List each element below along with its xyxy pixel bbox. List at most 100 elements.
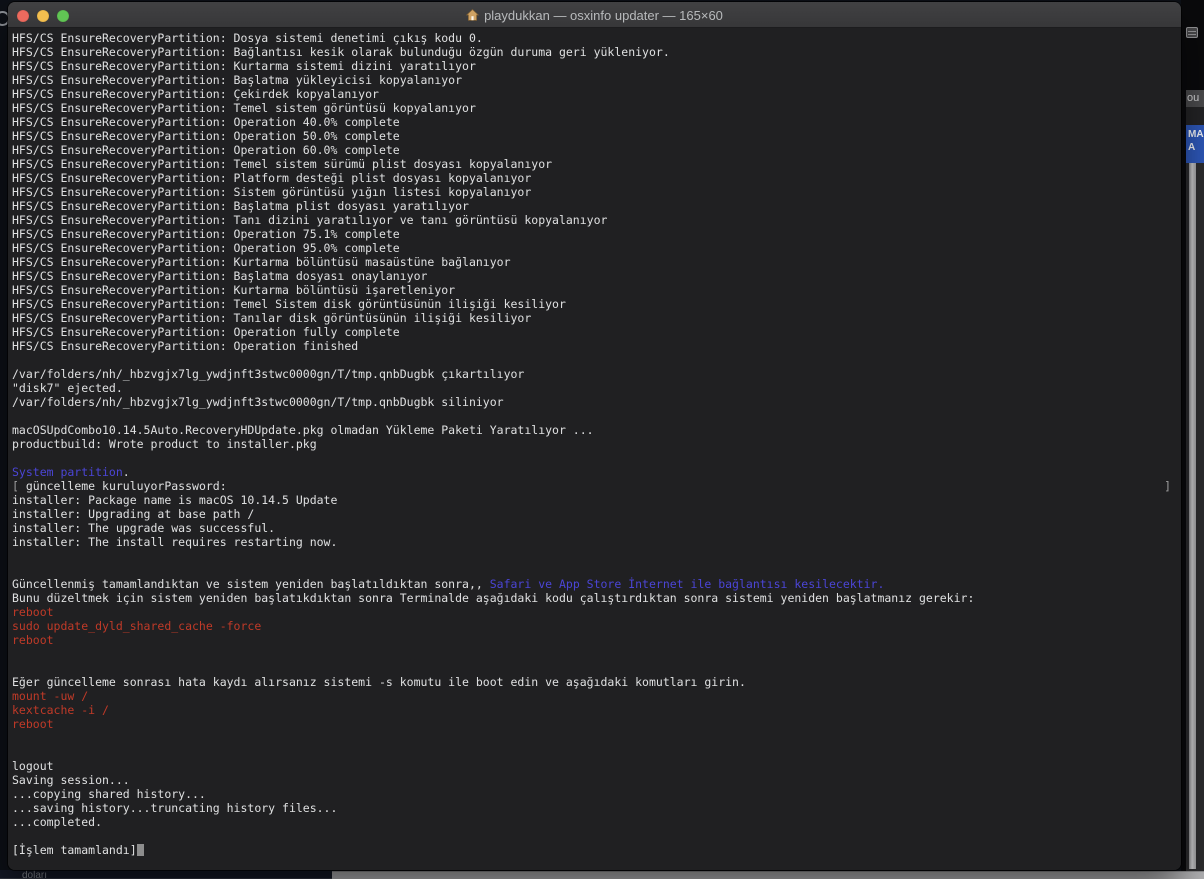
background-blue-label: MAA xyxy=(1186,125,1204,163)
terminal-text: Eğer güncelleme sonrası hata kaydı alırs… xyxy=(12,675,746,689)
terminal-line: productbuild: Wrote product to installer… xyxy=(12,437,1181,451)
terminal-text: /var/folders/nh/_hbzvgjx7lg_ywdjnft3stwc… xyxy=(12,367,524,381)
terminal-line: HFS/CS EnsureRecoveryPartition: Tanı diz… xyxy=(12,213,1181,227)
terminal-line: macOSUpdCombo10.14.5Auto.RecoveryHDUpdat… xyxy=(12,423,1181,437)
terminal-text: ...saving history...truncating history f… xyxy=(12,801,337,815)
terminal-window: playdukkan — osxinfo updater — 165×60 HF… xyxy=(8,2,1181,870)
terminal-text: HFS/CS EnsureRecoveryPartition: Dosya si… xyxy=(12,31,483,45)
terminal-text: Güncellenmiş tamamlandıktan ve sistem ye… xyxy=(12,577,490,591)
terminal-line: ...completed. xyxy=(12,815,1181,829)
terminal-line: Güncellenmiş tamamlandıktan ve sistem ye… xyxy=(12,577,1181,591)
terminal-cursor xyxy=(137,844,144,856)
terminal-line: installer: The upgrade was successful. xyxy=(12,521,1181,535)
terminal-line: installer: Upgrading at base path / xyxy=(12,507,1181,521)
terminal-line: HFS/CS EnsureRecoveryPartition: Operatio… xyxy=(12,143,1181,157)
terminal-text: reboot xyxy=(12,717,54,731)
terminal-line: ...copying shared history... xyxy=(12,787,1181,801)
terminal-line: HFS/CS EnsureRecoveryPartition: Operatio… xyxy=(12,227,1181,241)
terminal-text: productbuild: Wrote product to installer… xyxy=(12,437,317,451)
terminal-line xyxy=(12,857,1181,870)
terminal-line: [ güncelleme kuruluyorPassword:] xyxy=(12,479,1181,493)
terminal-line: HFS/CS EnsureRecoveryPartition: Operatio… xyxy=(12,339,1181,353)
terminal-text: mount -uw / xyxy=(12,689,88,703)
terminal-line: Saving session... xyxy=(12,773,1181,787)
home-icon xyxy=(466,9,479,21)
terminal-right-bracket: ] xyxy=(1164,479,1171,493)
terminal-text: . xyxy=(123,465,130,479)
terminal-text: installer: The upgrade was successful. xyxy=(12,521,275,535)
terminal-text: reboot xyxy=(12,605,54,619)
terminal-line: reboot xyxy=(12,633,1181,647)
background-scrollbar[interactable] xyxy=(1189,163,1196,869)
terminal-line: HFS/CS EnsureRecoveryPartition: Platform… xyxy=(12,171,1181,185)
terminal-line: HFS/CS EnsureRecoveryPartition: Operatio… xyxy=(12,241,1181,255)
terminal-line: HFS/CS EnsureRecoveryPartition: Temel si… xyxy=(12,157,1181,171)
list-view-icon xyxy=(1186,27,1198,38)
terminal-line: HFS/CS EnsureRecoveryPartition: Başlatma… xyxy=(12,199,1181,213)
terminal-text: HFS/CS EnsureRecoveryPartition: Platform… xyxy=(12,171,531,185)
terminal-line: HFS/CS EnsureRecoveryPartition: Kurtarma… xyxy=(12,59,1181,73)
terminal-line: reboot xyxy=(12,717,1181,731)
background-bottom-right xyxy=(332,871,1204,879)
background-label: ou xyxy=(1186,90,1204,107)
terminal-line: HFS/CS EnsureRecoveryPartition: Kurtarma… xyxy=(12,283,1181,297)
terminal-text: HFS/CS EnsureRecoveryPartition: Başlatma… xyxy=(12,269,427,283)
terminal-text: HFS/CS EnsureRecoveryPartition: Operatio… xyxy=(12,241,400,255)
terminal-line: mount -uw / xyxy=(12,689,1181,703)
terminal-text: HFS/CS EnsureRecoveryPartition: Kurtarma… xyxy=(12,283,455,297)
terminal-text: HFS/CS EnsureRecoveryPartition: Kurtarma… xyxy=(12,59,476,73)
terminal-line: HFS/CS EnsureRecoveryPartition: Başlatma… xyxy=(12,269,1181,283)
window-titlebar[interactable]: playdukkan — osxinfo updater — 165×60 xyxy=(8,2,1181,28)
terminal-text: HFS/CS EnsureRecoveryPartition: Operatio… xyxy=(12,227,400,241)
terminal-line xyxy=(12,745,1181,759)
terminal-text: HFS/CS EnsureRecoveryPartition: Temel si… xyxy=(12,101,476,115)
terminal-line: HFS/CS EnsureRecoveryPartition: Dosya si… xyxy=(12,31,1181,45)
terminal-line: System partition. xyxy=(12,465,1181,479)
background-window-strip: ou MAA xyxy=(1181,0,1204,879)
terminal-text: sudo update_dyld_shared_cache -force xyxy=(12,619,261,633)
terminal-text: installer: Upgrading at base path / xyxy=(12,507,254,521)
terminal-text: HFS/CS EnsureRecoveryPartition: Operatio… xyxy=(12,115,400,129)
terminal-text: reboot xyxy=(12,633,54,647)
terminal-line: kextcache -i / xyxy=(12,703,1181,717)
background-blue-line1: MA xyxy=(1188,129,1204,140)
terminal-line xyxy=(12,409,1181,423)
terminal-text: ...copying shared history... xyxy=(12,787,206,801)
terminal-text: [İşlem tamamlandı] xyxy=(12,843,137,857)
terminal-text: HFS/CS EnsureRecoveryPartition: Temel Si… xyxy=(12,297,566,311)
terminal-line xyxy=(12,451,1181,465)
background-bottom-left: doları xyxy=(0,870,332,879)
terminal-line: Eğer güncelleme sonrası hata kaydı alırs… xyxy=(12,675,1181,689)
terminal-output[interactable]: HFS/CS EnsureRecoveryPartition: Dosya si… xyxy=(8,28,1181,870)
terminal-text: HFS/CS EnsureRecoveryPartition: Başlatma… xyxy=(12,73,462,87)
terminal-line: HFS/CS EnsureRecoveryPartition: Temel Si… xyxy=(12,297,1181,311)
terminal-text: güncelleme kuruluyorPassword: xyxy=(19,479,227,493)
terminal-text: [ xyxy=(12,479,19,493)
terminal-text: Saving session... xyxy=(12,773,130,787)
terminal-line: HFS/CS EnsureRecoveryPartition: Sistem g… xyxy=(12,185,1181,199)
terminal-line: sudo update_dyld_shared_cache -force xyxy=(12,619,1181,633)
terminal-text: HFS/CS EnsureRecoveryPartition: Operatio… xyxy=(12,325,400,339)
terminal-line xyxy=(12,731,1181,745)
terminal-text: Bunu düzeltmek için sistem yeniden başla… xyxy=(12,591,974,605)
terminal-text: HFS/CS EnsureRecoveryPartition: Temel si… xyxy=(12,157,552,171)
terminal-line xyxy=(12,549,1181,563)
terminal-line: HFS/CS EnsureRecoveryPartition: Operatio… xyxy=(12,325,1181,339)
terminal-line: /var/folders/nh/_hbzvgjx7lg_ywdjnft3stwc… xyxy=(12,395,1181,409)
window-title-text: playdukkan — osxinfo updater — 165×60 xyxy=(484,8,723,23)
terminal-line: HFS/CS EnsureRecoveryPartition: Bağlantı… xyxy=(12,45,1181,59)
terminal-line: HFS/CS EnsureRecoveryPartition: Operatio… xyxy=(12,129,1181,143)
terminal-line: HFS/CS EnsureRecoveryPartition: Operatio… xyxy=(12,115,1181,129)
terminal-text: HFS/CS EnsureRecoveryPartition: Operatio… xyxy=(12,143,400,157)
terminal-line xyxy=(12,661,1181,675)
terminal-line: ...saving history...truncating history f… xyxy=(12,801,1181,815)
terminal-text: kextcache -i / xyxy=(12,703,109,717)
terminal-line: "disk7" ejected. xyxy=(12,381,1181,395)
terminal-line xyxy=(12,563,1181,577)
terminal-line xyxy=(12,829,1181,843)
terminal-text: HFS/CS EnsureRecoveryPartition: Tanı diz… xyxy=(12,213,607,227)
terminal-text: HFS/CS EnsureRecoveryPartition: Operatio… xyxy=(12,339,358,353)
terminal-line: [İşlem tamamlandı] xyxy=(12,843,1181,857)
window-title: playdukkan — osxinfo updater — 165×60 xyxy=(8,2,1181,28)
terminal-text: HFS/CS EnsureRecoveryPartition: Bağlantı… xyxy=(12,45,670,59)
